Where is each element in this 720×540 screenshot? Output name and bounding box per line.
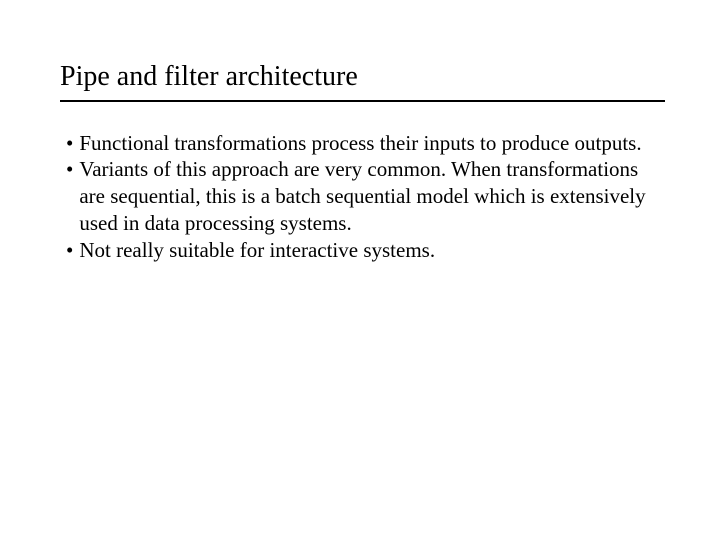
bullet-text: Functional transformations process their… bbox=[79, 130, 665, 157]
bullet-icon: • bbox=[66, 237, 73, 264]
list-item: • Not really suitable for interactive sy… bbox=[66, 237, 665, 264]
bullet-text: Variants of this approach are very commo… bbox=[79, 156, 665, 237]
title-rule bbox=[60, 100, 665, 102]
slide-title: Pipe and filter architecture bbox=[60, 60, 665, 94]
list-item: • Functional transformations process the… bbox=[66, 130, 665, 157]
bullet-list: • Functional transformations process the… bbox=[60, 130, 665, 264]
bullet-icon: • bbox=[66, 156, 73, 183]
slide: Pipe and filter architecture • Functiona… bbox=[0, 0, 720, 540]
list-item: • Variants of this approach are very com… bbox=[66, 156, 665, 237]
bullet-text: Not really suitable for interactive syst… bbox=[79, 237, 665, 264]
bullet-icon: • bbox=[66, 130, 73, 157]
